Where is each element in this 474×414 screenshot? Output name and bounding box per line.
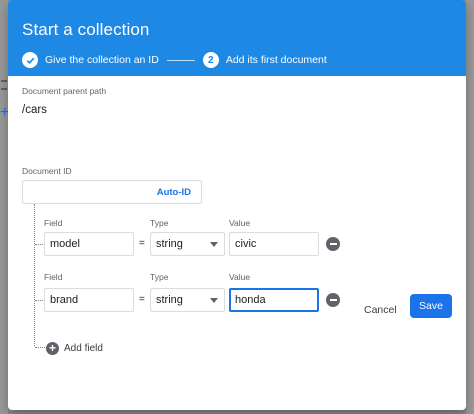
field-value-input[interactable]: honda: [229, 288, 319, 312]
backdrop-right: [466, 0, 474, 414]
type-select-value: string: [156, 238, 183, 250]
add-circle-icon: +: [46, 342, 59, 355]
start-collection-dialog: Start a collection Give the collection a…: [8, 0, 466, 410]
type-select-value: string: [156, 294, 183, 306]
step-1-check-icon: [22, 52, 38, 68]
type-select[interactable]: string: [150, 288, 225, 312]
field-column-label: Field: [44, 272, 63, 282]
dialog-title: Start a collection: [22, 20, 150, 39]
value-column-label: Value: [229, 218, 251, 228]
stepper: Give the collection an ID 2 Add its firs…: [22, 52, 466, 68]
remove-field-icon[interactable]: [326, 237, 340, 251]
tree-branch: [35, 347, 45, 348]
parent-path-value: /cars: [22, 104, 47, 116]
parent-path-label: Document parent path: [22, 86, 107, 96]
field-value-input[interactable]: civic: [229, 232, 319, 256]
field-name-input[interactable]: model: [44, 232, 134, 256]
type-column-label: Type: [150, 218, 169, 228]
equals-sign: =: [139, 238, 145, 249]
dialog-header: Start a collection Give the collection a…: [8, 0, 466, 76]
value-column-label: Value: [229, 272, 251, 282]
add-field-button[interactable]: + Add field: [46, 342, 103, 355]
chevron-down-icon: [210, 298, 218, 303]
equals-sign: =: [139, 294, 145, 305]
type-column-label: Type: [150, 272, 169, 282]
document-id-input[interactable]: Auto-ID: [22, 180, 202, 204]
tree-connector: [34, 204, 35, 346]
backdrop-left: [0, 0, 8, 414]
step-1-label: Give the collection an ID: [45, 54, 159, 66]
menu-icon: [1, 80, 7, 90]
add-field-label: Add field: [64, 343, 103, 354]
document-id-label: Document ID: [22, 166, 72, 176]
auto-id-button[interactable]: Auto-ID: [157, 187, 191, 198]
type-select[interactable]: string: [150, 232, 225, 256]
remove-field-icon[interactable]: [326, 293, 340, 307]
save-button[interactable]: Save: [410, 294, 452, 318]
cancel-button[interactable]: Cancel: [358, 300, 403, 320]
field-name-input[interactable]: brand: [44, 288, 134, 312]
step-2-number: 2: [202, 52, 219, 68]
field-column-label: Field: [44, 218, 63, 228]
step-2-label: Add its first document: [225, 54, 327, 66]
step-connector: [166, 59, 195, 61]
chevron-down-icon: [210, 242, 218, 247]
